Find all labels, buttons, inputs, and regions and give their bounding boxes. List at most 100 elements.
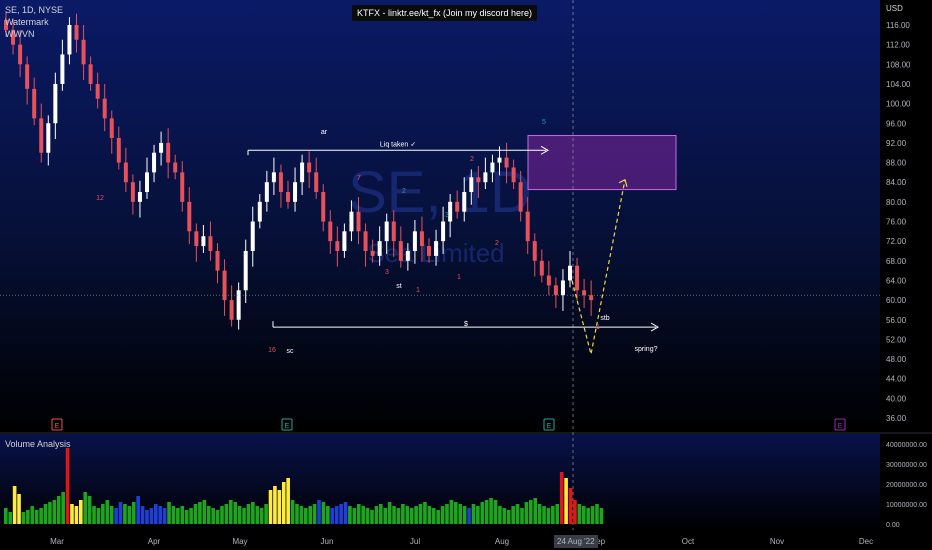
volume-bar[interactable] [198,502,202,524]
volume-bar[interactable] [189,508,193,524]
count-3b-label[interactable]: 3 [385,269,389,276]
volume-bar[interactable] [162,508,167,524]
candle-body[interactable] [532,241,537,261]
count-3a-label[interactable]: 3 [445,212,449,219]
volume-bar[interactable] [105,500,110,524]
volume-bar[interactable] [414,506,418,524]
candle-body[interactable] [257,201,262,222]
candle-body[interactable] [95,83,100,99]
volume-bar[interactable] [546,508,551,524]
volume-bar[interactable] [184,510,189,524]
volume-bar[interactable] [343,502,348,524]
count-1b-label[interactable]: 1 [457,274,461,281]
volume-bar[interactable] [180,506,185,524]
candle-body[interactable] [60,54,65,84]
candle-body[interactable] [286,192,290,202]
volume-bar[interactable] [568,488,573,524]
volume-bar[interactable] [489,498,493,524]
candle-body[interactable] [180,172,185,202]
candle-body[interactable] [67,25,72,55]
candle-body[interactable] [370,250,375,256]
volume-bar[interactable] [154,504,158,524]
volume-bar[interactable] [440,506,445,524]
volume-bar[interactable] [273,486,277,524]
volume-bar[interactable] [304,508,308,524]
volume-bar[interactable] [427,506,432,524]
volume-bar[interactable] [286,478,290,524]
volume-bar[interactable] [233,502,238,524]
volume-bar[interactable] [551,506,555,524]
candle-body[interactable] [568,265,572,281]
candle-body[interactable] [187,201,192,232]
volume-bar[interactable] [564,478,568,524]
volume-bar[interactable] [92,506,96,524]
count-5-label[interactable]: 5 [542,119,546,126]
candle-body[interactable] [511,167,516,183]
volume-bar[interactable] [418,504,423,524]
volume-bar[interactable] [529,500,533,524]
volume-bar[interactable] [586,508,590,524]
candle-body[interactable] [236,290,241,320]
candle-body[interactable] [377,241,382,256]
volume-bar[interactable] [436,510,440,524]
volume-bar[interactable] [30,506,35,524]
volume-bar[interactable] [480,502,485,524]
volume-bar[interactable] [590,506,595,524]
candle-body[interactable] [264,182,269,202]
volume-bar[interactable] [599,508,604,524]
volume-bar[interactable] [555,504,560,524]
candle-body[interactable] [490,162,495,173]
volume-bar[interactable] [405,506,410,524]
volume-bar[interactable] [123,504,127,524]
volume-bar[interactable] [379,504,383,524]
volume-bar[interactable] [65,448,70,524]
volume-bar[interactable] [317,500,321,524]
volume-bar[interactable] [409,508,414,524]
volume-bar[interactable] [211,508,215,524]
candle-body[interactable] [145,172,149,193]
volume-bar[interactable] [484,500,489,524]
candle-body[interactable] [356,211,361,232]
volume-bar[interactable] [361,506,365,524]
volume-bar[interactable] [308,506,313,524]
volume-bar[interactable] [374,506,379,524]
volume-bar[interactable] [524,502,529,524]
candle-body[interactable] [412,231,417,251]
volume-bar[interactable] [401,504,405,524]
volume-bar[interactable] [158,506,163,524]
dollar-label[interactable]: $ [464,321,468,328]
volume-bar[interactable] [4,508,8,524]
candle-body[interactable] [173,162,178,173]
count-1a-label[interactable]: 1 [416,287,420,294]
volume-bar[interactable] [348,506,352,524]
volume-bar[interactable] [312,504,317,524]
candle-body[interactable] [321,192,326,222]
count-16-label[interactable]: 16 [268,347,276,354]
liq-taken-label[interactable]: Liq taken ✓ [380,141,416,148]
volume-bar[interactable] [321,502,326,524]
candle-body[interactable] [194,231,199,247]
watermark-legend[interactable]: Watermark [5,16,49,28]
candle-body[interactable] [525,211,530,242]
candle-body[interactable] [398,241,403,261]
volume-bar[interactable] [533,498,538,524]
volume-bar[interactable] [140,506,145,524]
volume-bar[interactable] [264,504,268,524]
volume-bar[interactable] [431,508,436,524]
volume-bar[interactable] [251,502,255,524]
candle-body[interactable] [130,182,135,202]
volume-bar[interactable] [299,506,304,524]
candle-body[interactable] [419,231,424,247]
candle-body[interactable] [342,231,347,251]
stb-label[interactable]: stb [600,315,609,322]
volume-bar[interactable] [330,508,335,524]
candle-body[interactable] [328,221,333,242]
volume-bar[interactable] [365,508,370,524]
volume-bar[interactable] [326,506,330,524]
candle-body[interactable] [152,152,157,173]
volume-bar[interactable] [79,500,83,524]
volume-bar[interactable] [202,500,207,524]
volume-bar[interactable] [281,482,286,524]
volume-bar[interactable] [515,504,520,524]
candle-body[interactable] [314,172,319,193]
